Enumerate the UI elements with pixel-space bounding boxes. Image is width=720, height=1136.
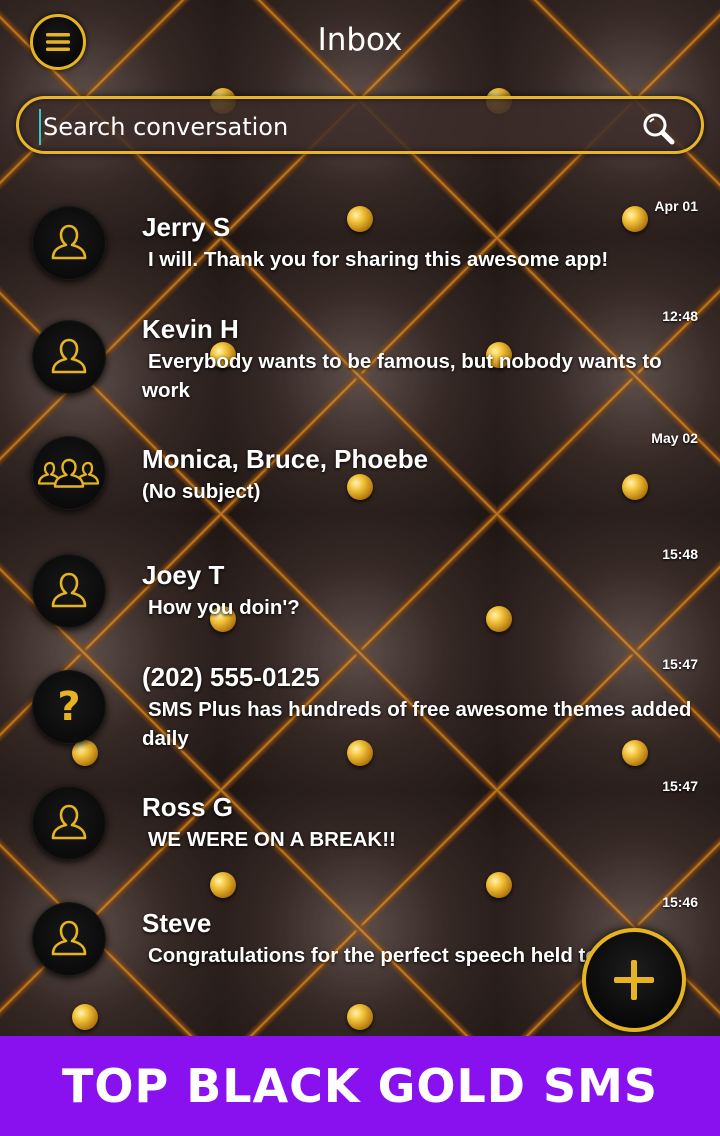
contact-name: Kevin H <box>142 314 239 344</box>
gold-stud <box>72 1004 98 1030</box>
search-icon[interactable] <box>641 111 675 145</box>
avatar <box>32 554 106 628</box>
person-icon <box>51 572 87 608</box>
message-snippet: I will. Thank you for sharing this aweso… <box>148 248 609 271</box>
message-time: 15:47 <box>662 778 698 794</box>
avatar <box>32 436 106 510</box>
conversation-item[interactable]: ? (202) 555-0125 SMS Plus has hundreds o… <box>0 650 720 760</box>
person-icon <box>51 804 87 840</box>
message-snippet: SMS Plus has hundreds of free awesome th… <box>142 698 692 750</box>
gold-stud <box>347 1004 373 1030</box>
promo-banner: TOP BLACK GOLD SMS <box>0 1036 720 1136</box>
page-title: Inbox <box>317 22 403 58</box>
message-time: 15:46 <box>662 894 698 910</box>
person-icon <box>51 338 87 374</box>
contact-name: Ross G <box>142 792 234 822</box>
banner-text: TOP BLACK GOLD SMS <box>61 1059 658 1113</box>
contact-name: Monica, Bruce, Phoebe <box>142 444 429 474</box>
message-time: May 02 <box>651 430 698 446</box>
inbox-screen: { "header": { "title": "Inbox" }, "searc… <box>0 0 720 1136</box>
compose-button[interactable] <box>582 928 686 1032</box>
search-input[interactable] <box>39 109 625 145</box>
message-snippet: (No subject) <box>142 480 261 503</box>
contact-name: (202) 555-0125 <box>142 662 320 692</box>
conversation-item[interactable]: Kevin H Everybody wants to be famous, bu… <box>0 300 720 410</box>
message-snippet: WE WERE ON A BREAK!! <box>148 828 396 851</box>
avatar <box>32 320 106 394</box>
plus-icon <box>614 960 654 1000</box>
person-icon <box>51 920 87 956</box>
conversation-item[interactable]: Ross G WE WERE ON A BREAK!! 15:47 <box>0 774 720 884</box>
conversation-item[interactable]: Monica, Bruce, Phoebe (No subject) May 0… <box>0 424 720 534</box>
avatar <box>32 902 106 976</box>
message-snippet: How you doin'? <box>148 596 300 619</box>
message-time: 12:48 <box>662 308 698 324</box>
group-icon <box>37 458 100 488</box>
search-bar[interactable] <box>16 96 704 154</box>
message-time: 15:47 <box>662 656 698 672</box>
avatar: ? <box>32 670 106 744</box>
person-icon <box>51 224 87 260</box>
contact-name: Steve <box>142 908 212 938</box>
unknown-contact-icon: ? <box>57 684 81 730</box>
conversation-item[interactable]: Jerry S I will. Thank you for sharing th… <box>0 190 720 300</box>
message-time: 15:48 <box>662 546 698 562</box>
contact-name: Joey T <box>142 560 225 590</box>
avatar <box>32 786 106 860</box>
conversation-item[interactable]: Joey T How you doin'? 15:48 <box>0 540 720 650</box>
message-snippet: Everybody wants to be famous, but nobody… <box>142 350 662 402</box>
avatar <box>32 206 106 280</box>
contact-name: Jerry S <box>142 212 231 242</box>
message-time: Apr 01 <box>654 198 698 214</box>
